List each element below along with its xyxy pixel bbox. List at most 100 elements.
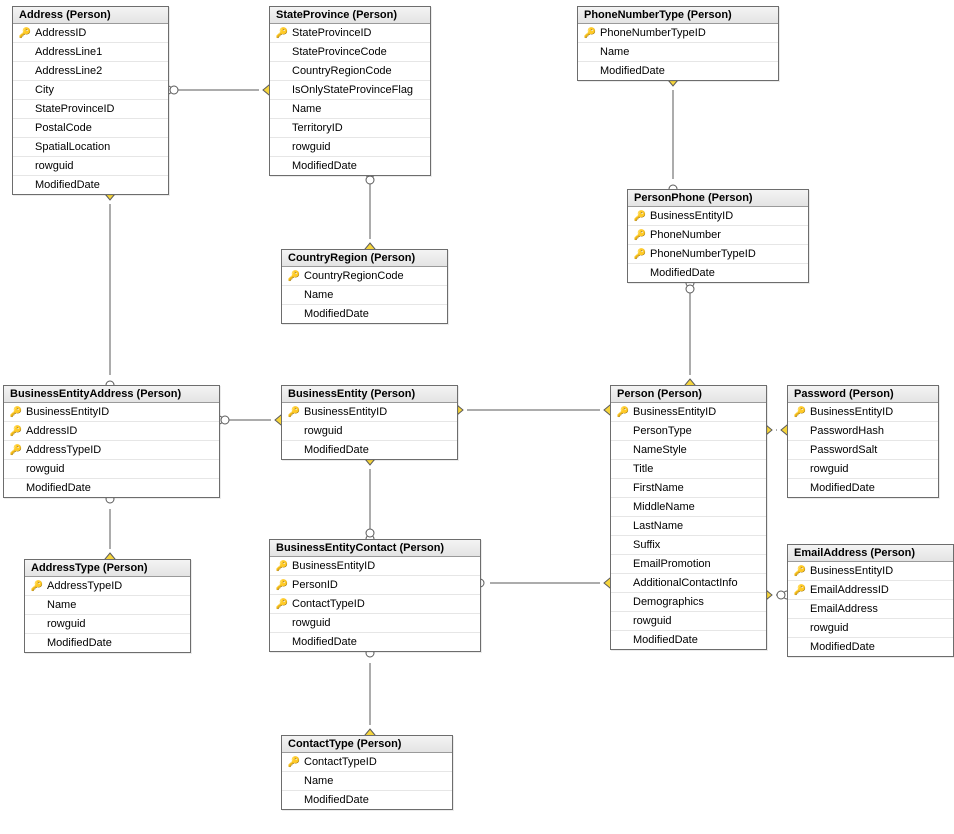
column-row[interactable]: 🔑AddressTypeID <box>25 577 190 596</box>
column-row[interactable]: 🔑AdditionalContactInfo <box>611 574 766 593</box>
column-row[interactable]: 🔑PhoneNumberTypeID <box>628 245 808 264</box>
column-name: PhoneNumber <box>650 229 721 241</box>
key-spacer: 🔑 <box>274 161 290 172</box>
column-row[interactable]: 🔑Name <box>282 772 452 791</box>
table-BusinessEntityContact[interactable]: BusinessEntityContact (Person)🔑BusinessE… <box>269 539 481 652</box>
relation-end-many <box>221 416 229 424</box>
column-row[interactable]: 🔑StateProvinceID <box>270 24 430 43</box>
column-row[interactable]: 🔑ModifiedDate <box>282 791 452 809</box>
column-row[interactable]: 🔑ModifiedDate <box>578 62 778 80</box>
relation-end-many <box>366 176 374 184</box>
table-AddressType[interactable]: AddressType (Person)🔑AddressTypeID🔑Name🔑… <box>24 559 191 653</box>
key-spacer: 🔑 <box>615 616 631 627</box>
column-row[interactable]: 🔑StateProvinceCode <box>270 43 430 62</box>
column-row[interactable]: 🔑Name <box>282 286 447 305</box>
column-row[interactable]: 🔑CountryRegionCode <box>282 267 447 286</box>
column-row[interactable]: 🔑rowguid <box>270 614 480 633</box>
column-row[interactable]: 🔑PersonType <box>611 422 766 441</box>
column-row[interactable]: 🔑BusinessEntityID <box>628 207 808 226</box>
column-name: ModifiedDate <box>810 641 875 653</box>
column-row[interactable]: 🔑ModifiedDate <box>25 634 190 652</box>
column-row[interactable]: 🔑ModifiedDate <box>282 441 457 459</box>
column-row[interactable]: 🔑Name <box>270 100 430 119</box>
column-row[interactable]: 🔑ModifiedDate <box>282 305 447 323</box>
column-row[interactable]: 🔑BusinessEntityID <box>611 403 766 422</box>
primary-key-icon: 🔑 <box>582 28 598 39</box>
column-row[interactable]: 🔑PhoneNumber <box>628 226 808 245</box>
column-row[interactable]: 🔑BusinessEntityID <box>282 403 457 422</box>
column-row[interactable]: 🔑rowguid <box>788 619 953 638</box>
table-PersonPhone[interactable]: PersonPhone (Person)🔑BusinessEntityID🔑Ph… <box>627 189 809 283</box>
key-spacer: 🔑 <box>792 426 808 437</box>
table-PhoneNumberType[interactable]: PhoneNumberType (Person)🔑PhoneNumberType… <box>577 6 779 81</box>
table-StateProvince[interactable]: StateProvince (Person)🔑StateProvinceID🔑S… <box>269 6 431 176</box>
table-EmailAddress[interactable]: EmailAddress (Person)🔑BusinessEntityID🔑E… <box>787 544 954 657</box>
key-spacer: 🔑 <box>17 161 33 172</box>
column-row[interactable]: 🔑ModifiedDate <box>270 633 480 651</box>
column-row[interactable]: 🔑PasswordHash <box>788 422 938 441</box>
column-row[interactable]: 🔑ModifiedDate <box>4 479 219 497</box>
column-row[interactable]: 🔑rowguid <box>25 615 190 634</box>
column-row[interactable]: 🔑Name <box>578 43 778 62</box>
column-row[interactable]: 🔑ModifiedDate <box>611 631 766 649</box>
column-row[interactable]: 🔑EmailAddressID <box>788 581 953 600</box>
column-row[interactable]: 🔑PostalCode <box>13 119 168 138</box>
column-name: ModifiedDate <box>292 636 357 648</box>
column-row[interactable]: 🔑MiddleName <box>611 498 766 517</box>
column-row[interactable]: 🔑StateProvinceID <box>13 100 168 119</box>
column-row[interactable]: 🔑BusinessEntityID <box>4 403 219 422</box>
column-row[interactable]: 🔑ContactTypeID <box>270 595 480 614</box>
column-row[interactable]: 🔑ModifiedDate <box>788 638 953 656</box>
column-row[interactable]: 🔑LastName <box>611 517 766 536</box>
column-row[interactable]: 🔑PersonID <box>270 576 480 595</box>
table-ContactType[interactable]: ContactType (Person)🔑ContactTypeID🔑Name🔑… <box>281 735 453 810</box>
column-row[interactable]: 🔑AddressLine2 <box>13 62 168 81</box>
column-row[interactable]: 🔑ModifiedDate <box>13 176 168 194</box>
column-row[interactable]: 🔑rowguid <box>13 157 168 176</box>
column-row[interactable]: 🔑rowguid <box>270 138 430 157</box>
column-name: Name <box>292 103 321 115</box>
table-Password[interactable]: Password (Person)🔑BusinessEntityID🔑Passw… <box>787 385 939 498</box>
column-row[interactable]: 🔑SpatialLocation <box>13 138 168 157</box>
column-row[interactable]: 🔑FirstName <box>611 479 766 498</box>
column-row[interactable]: 🔑EmailAddress <box>788 600 953 619</box>
column-row[interactable]: 🔑CountryRegionCode <box>270 62 430 81</box>
column-name: PasswordSalt <box>810 444 877 456</box>
column-row[interactable]: 🔑AddressLine1 <box>13 43 168 62</box>
column-row[interactable]: 🔑EmailPromotion <box>611 555 766 574</box>
column-row[interactable]: 🔑rowguid <box>282 422 457 441</box>
column-row[interactable]: 🔑AddressID <box>13 24 168 43</box>
table-Address[interactable]: Address (Person)🔑AddressID🔑AddressLine1🔑… <box>12 6 169 195</box>
column-row[interactable]: 🔑BusinessEntityID <box>788 403 938 422</box>
key-spacer: 🔑 <box>615 635 631 646</box>
table-CountryRegion[interactable]: CountryRegion (Person)🔑CountryRegionCode… <box>281 249 448 324</box>
primary-key-icon: 🔑 <box>274 28 290 39</box>
column-row[interactable]: 🔑ModifiedDate <box>270 157 430 175</box>
column-row[interactable]: 🔑AddressID <box>4 422 219 441</box>
column-row[interactable]: 🔑ModifiedDate <box>628 264 808 282</box>
table-BusinessEntityAddress[interactable]: BusinessEntityAddress (Person)🔑BusinessE… <box>3 385 220 498</box>
column-row[interactable]: 🔑ContactTypeID <box>282 753 452 772</box>
column-row[interactable]: 🔑BusinessEntityID <box>788 562 953 581</box>
column-row[interactable]: 🔑Name <box>25 596 190 615</box>
column-name: rowguid <box>26 463 65 475</box>
table-BusinessEntity[interactable]: BusinessEntity (Person)🔑BusinessEntityID… <box>281 385 458 460</box>
column-row[interactable]: 🔑AddressTypeID <box>4 441 219 460</box>
column-row[interactable]: 🔑NameStyle <box>611 441 766 460</box>
column-row[interactable]: 🔑rowguid <box>4 460 219 479</box>
column-row[interactable]: 🔑Title <box>611 460 766 479</box>
column-row[interactable]: 🔑TerritoryID <box>270 119 430 138</box>
column-row[interactable]: 🔑IsOnlyStateProvinceFlag <box>270 81 430 100</box>
column-row[interactable]: 🔑rowguid <box>788 460 938 479</box>
primary-key-icon: 🔑 <box>8 407 24 418</box>
column-row[interactable]: 🔑rowguid <box>611 612 766 631</box>
key-spacer: 🔑 <box>274 85 290 96</box>
table-Person[interactable]: Person (Person)🔑BusinessEntityID🔑PersonT… <box>610 385 767 650</box>
column-row[interactable]: 🔑BusinessEntityID <box>270 557 480 576</box>
column-row[interactable]: 🔑ModifiedDate <box>788 479 938 497</box>
column-row[interactable]: 🔑PasswordSalt <box>788 441 938 460</box>
column-row[interactable]: 🔑Suffix <box>611 536 766 555</box>
column-row[interactable]: 🔑City <box>13 81 168 100</box>
column-row[interactable]: 🔑PhoneNumberTypeID <box>578 24 778 43</box>
column-row[interactable]: 🔑Demographics <box>611 593 766 612</box>
